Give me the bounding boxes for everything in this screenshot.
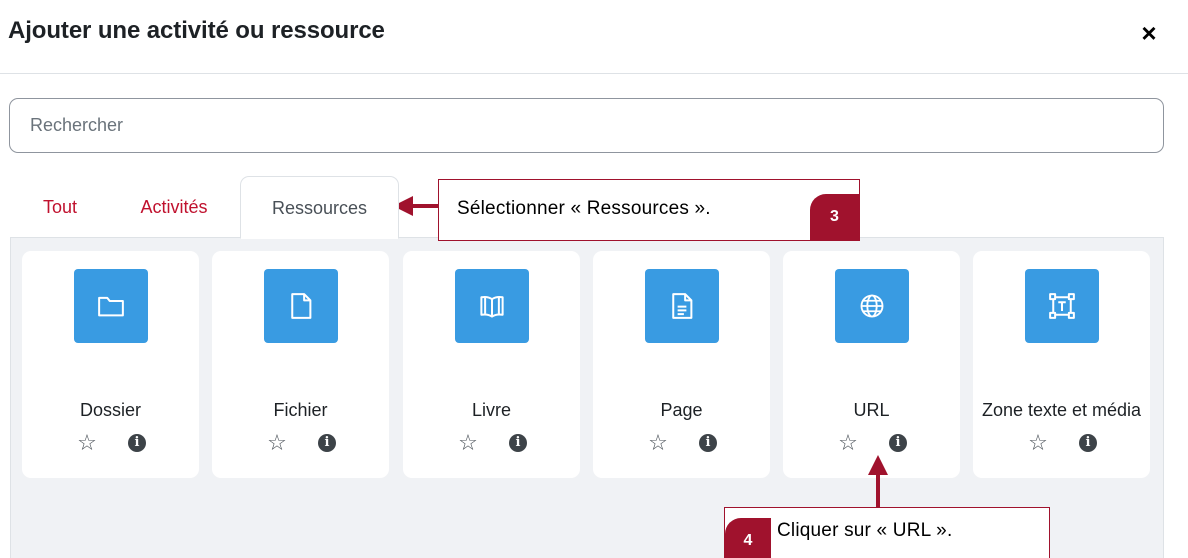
card-actions: ☆ i (403, 429, 580, 457)
card-actions: ☆ i (22, 429, 199, 457)
text-media-icon (1025, 269, 1099, 343)
resource-name: Fichier (273, 400, 328, 420)
search-box (9, 98, 1164, 153)
resource-name: URL (853, 400, 890, 420)
resource-card-dossier[interactable]: Dossier ☆ i (22, 251, 199, 478)
globe-icon (835, 269, 909, 343)
star-icon[interactable]: ☆ (75, 429, 99, 457)
callout-text: Sélectionner « Ressources ». (457, 198, 711, 219)
step-badge: 3 (810, 194, 859, 240)
info-icon[interactable]: i (1079, 434, 1097, 452)
resource-name: Livre (471, 400, 511, 420)
star-icon[interactable]: ☆ (836, 429, 860, 457)
tab-activities[interactable]: Activités (118, 176, 230, 238)
modal-header: Ajouter une activité ou ressource × (0, 0, 1188, 74)
step-badge: 4 (725, 518, 771, 558)
card-actions: ☆ i (212, 429, 389, 457)
arrow-shaft (876, 473, 880, 509)
resource-card-url[interactable]: URL ☆ i (783, 251, 960, 478)
card-actions: ☆ i (593, 429, 770, 457)
modal-title: Ajouter une activité ou ressource (8, 17, 385, 44)
arrow-shaft (410, 204, 440, 208)
resource-name: Page (660, 400, 703, 420)
resource-card-zone-texte[interactable]: Zone texte et média ☆ i (973, 251, 1150, 478)
resource-card-fichier[interactable]: Fichier ☆ i (212, 251, 389, 478)
search-input[interactable] (10, 99, 1163, 152)
star-icon[interactable]: ☆ (646, 429, 670, 457)
info-icon[interactable]: i (889, 434, 907, 452)
folder-icon (74, 269, 148, 343)
tab-resources[interactable]: Ressources (240, 176, 399, 239)
resource-name: Zone texte et média (981, 400, 1142, 420)
callout-step-3: Sélectionner « Ressources ». 3 (438, 179, 860, 241)
callout-step-4: 4 Cliquer sur « URL ». (724, 507, 1050, 558)
resource-name: Dossier (79, 400, 141, 420)
info-icon[interactable]: i (699, 434, 717, 452)
info-icon[interactable]: i (318, 434, 336, 452)
star-icon[interactable]: ☆ (1026, 429, 1050, 457)
file-icon (264, 269, 338, 343)
card-actions: ☆ i (783, 429, 960, 457)
book-icon (455, 269, 529, 343)
arrow-up-icon (868, 455, 888, 475)
resource-card-livre[interactable]: Livre ☆ i (403, 251, 580, 478)
card-actions: ☆ i (973, 429, 1150, 457)
star-icon[interactable]: ☆ (456, 429, 480, 457)
star-icon[interactable]: ☆ (265, 429, 289, 457)
tab-all[interactable]: Tout (25, 176, 95, 238)
close-button[interactable]: × (1136, 18, 1162, 48)
callout-text: Cliquer sur « URL ». (777, 520, 953, 541)
info-icon[interactable]: i (128, 434, 146, 452)
info-icon[interactable]: i (509, 434, 527, 452)
resource-card-page[interactable]: Page ☆ i (593, 251, 770, 478)
page-icon (645, 269, 719, 343)
